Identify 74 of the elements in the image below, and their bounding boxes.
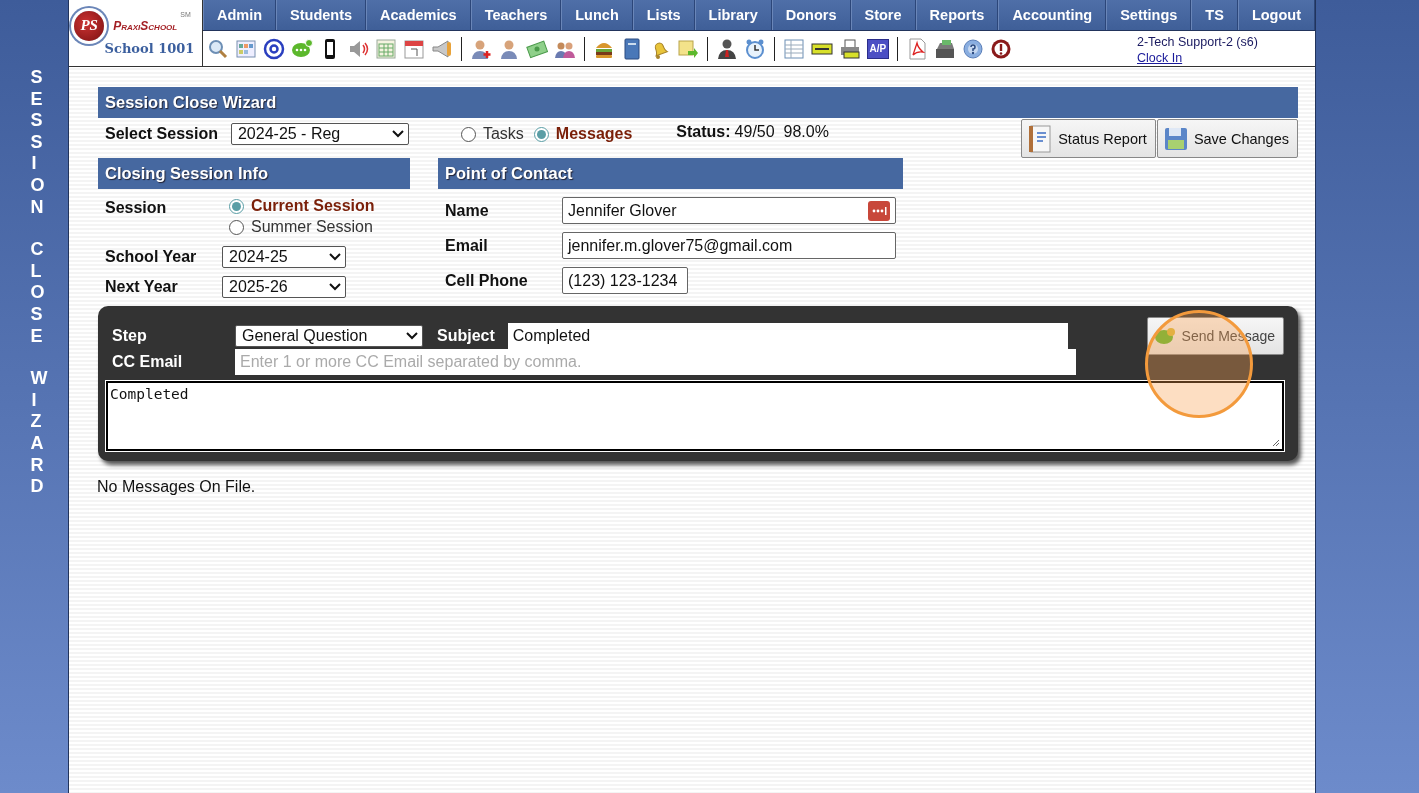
session-select[interactable]: 2024-25 - Reg (230, 123, 409, 145)
nav-item[interactable]: Library (694, 0, 772, 30)
nav-item[interactable]: Academics (366, 0, 471, 30)
help-icon[interactable] (961, 37, 984, 60)
field-label: Cell Phone (445, 271, 529, 290)
chat-icon (1153, 327, 1176, 345)
field-label: Next Year (105, 277, 179, 296)
report-button[interactable]: Status Report (1021, 119, 1156, 158)
document-icon (1028, 124, 1053, 153)
printer-icon[interactable] (838, 37, 861, 60)
nav-item[interactable]: Donors (771, 0, 851, 30)
field-label: Select Session (105, 125, 218, 143)
grid-icon[interactable] (234, 37, 257, 60)
vertical-title: SESSION (29, 67, 49, 219)
cash-register-icon[interactable] (933, 37, 956, 60)
nav-item[interactable]: Teachers (470, 0, 562, 30)
save-button[interactable]: Save Changes (1156, 119, 1298, 158)
chat-icon[interactable] (290, 37, 313, 60)
caret-icon (329, 253, 341, 261)
section-header: Point of Contact (438, 158, 903, 189)
nav-item[interactable]: Logout (1237, 0, 1315, 30)
nav-item[interactable]: Accounting (998, 0, 1107, 30)
empty-message: No Messages On File. (97, 477, 257, 496)
alarm-clock-icon[interactable] (743, 37, 766, 60)
subject-field[interactable]: Completed (507, 323, 1068, 349)
view-radio[interactable]: Messages (533, 125, 633, 143)
nav-item[interactable]: Settings (1106, 0, 1192, 30)
field-label: Email (445, 236, 489, 255)
vertical-title: CLOSE (29, 239, 49, 348)
user-name: 2-Tech Support-2 (s6) (1137, 33, 1259, 50)
status-label: Status: (676, 123, 731, 141)
businessman-icon[interactable] (715, 37, 738, 60)
search-icon[interactable] (206, 37, 229, 60)
field-label: School Year (105, 247, 198, 266)
field-label: Subject (437, 327, 495, 345)
caret-icon (329, 283, 341, 291)
password-manager-icon[interactable] (868, 200, 890, 221)
caret-icon (406, 332, 418, 340)
vertical-title: WIZARD (29, 368, 49, 498)
school-name: School 1001 (104, 40, 195, 56)
nav-item[interactable]: Store (850, 0, 916, 30)
resize-grip-icon[interactable] (1272, 439, 1280, 447)
text-field[interactable]: (123) 123-1234 (562, 267, 688, 294)
session-radio[interactable]: Current Session (229, 197, 412, 215)
field-label: Session (105, 198, 168, 217)
nav-item[interactable]: Reports (915, 0, 999, 30)
field-label: CC Email (111, 353, 184, 371)
section-header: Session Close Wizard (98, 87, 1298, 118)
nav-item[interactable]: TS (1191, 0, 1238, 30)
caret-icon (391, 130, 404, 138)
status-value: 49/50 98.0% (734, 123, 829, 141)
text-field[interactable]: jennifer.m.glover75@gmail.com (562, 232, 896, 259)
megaphone-icon[interactable] (430, 37, 453, 60)
nav-item[interactable]: Lunch (561, 0, 633, 30)
toolbar-badge[interactable]: A/P (866, 38, 889, 59)
nav-item[interactable]: Lists (632, 0, 695, 30)
nav-item[interactable]: Admin (202, 0, 277, 30)
section-header: Closing Session Info (98, 158, 410, 189)
note-arrow-icon[interactable] (676, 37, 699, 60)
message-body-field[interactable]: Completed (106, 381, 1284, 451)
stop-icon[interactable] (989, 37, 1012, 60)
clock-in-link[interactable]: Clock In (1137, 49, 1183, 66)
view-radio[interactable]: Tasks (460, 125, 524, 143)
field-label: Step (111, 327, 148, 345)
field-label: Name (445, 201, 490, 220)
step-select[interactable]: General Question (235, 325, 423, 347)
calendar-icon[interactable] (402, 37, 425, 60)
brand-name: PraxiSchool (112, 18, 179, 33)
at-sign-icon[interactable] (262, 37, 285, 60)
nav-item[interactable]: Students (276, 0, 367, 30)
year-select[interactable]: 2024-25 (222, 246, 346, 268)
text-field[interactable]: Jennifer Glover (562, 197, 896, 224)
year-select[interactable]: 2025-26 (222, 276, 346, 298)
session-radio[interactable]: Summer Session (229, 218, 412, 236)
